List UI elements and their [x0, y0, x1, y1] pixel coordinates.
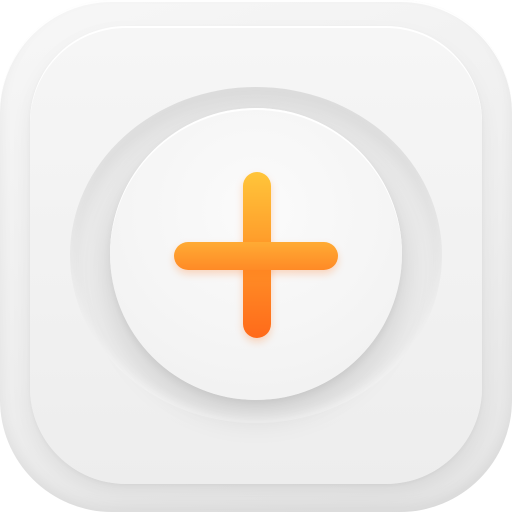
plus-icon	[174, 172, 338, 338]
app-icon-tile[interactable]	[0, 0, 512, 512]
plus-icon-horizontal-bar	[174, 242, 338, 270]
canvas	[0, 0, 512, 512]
